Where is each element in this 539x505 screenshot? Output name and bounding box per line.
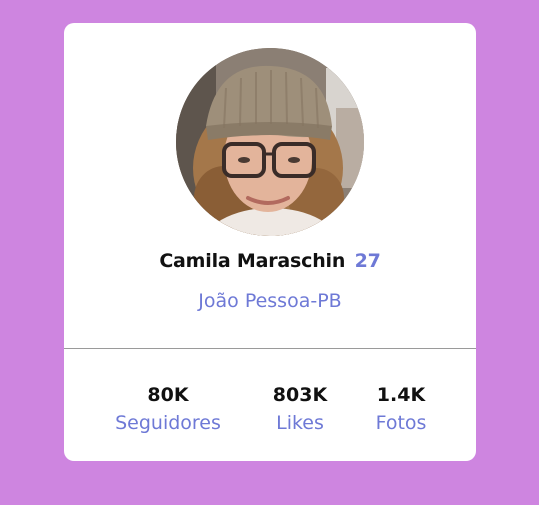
stat-photos-value: 1.4K (376, 384, 426, 406)
stat-photos: 1.4K Fotos (361, 383, 441, 436)
profile-avatar (176, 48, 364, 236)
stat-followers-value: 80K (147, 384, 189, 406)
stat-followers-label: Seguidores (115, 412, 221, 434)
profile-location: João Pessoa-PB (198, 290, 342, 312)
stat-followers: 80K Seguidores (108, 383, 228, 436)
stat-likes: 803K Likes (250, 383, 350, 436)
stat-likes-value: 803K (272, 384, 328, 406)
avatar-photo-image (176, 48, 364, 236)
profile-card: Camila Maraschin 27 João Pessoa-PB 80K S… (64, 23, 476, 461)
profile-age: 27 (354, 250, 381, 272)
card-divider (64, 348, 476, 349)
stat-likes-label: Likes (276, 412, 324, 434)
profile-name: Camila Maraschin (159, 250, 346, 272)
stat-photos-label: Fotos (375, 412, 427, 434)
profile-name-line: Camila Maraschin 27 (64, 250, 476, 272)
